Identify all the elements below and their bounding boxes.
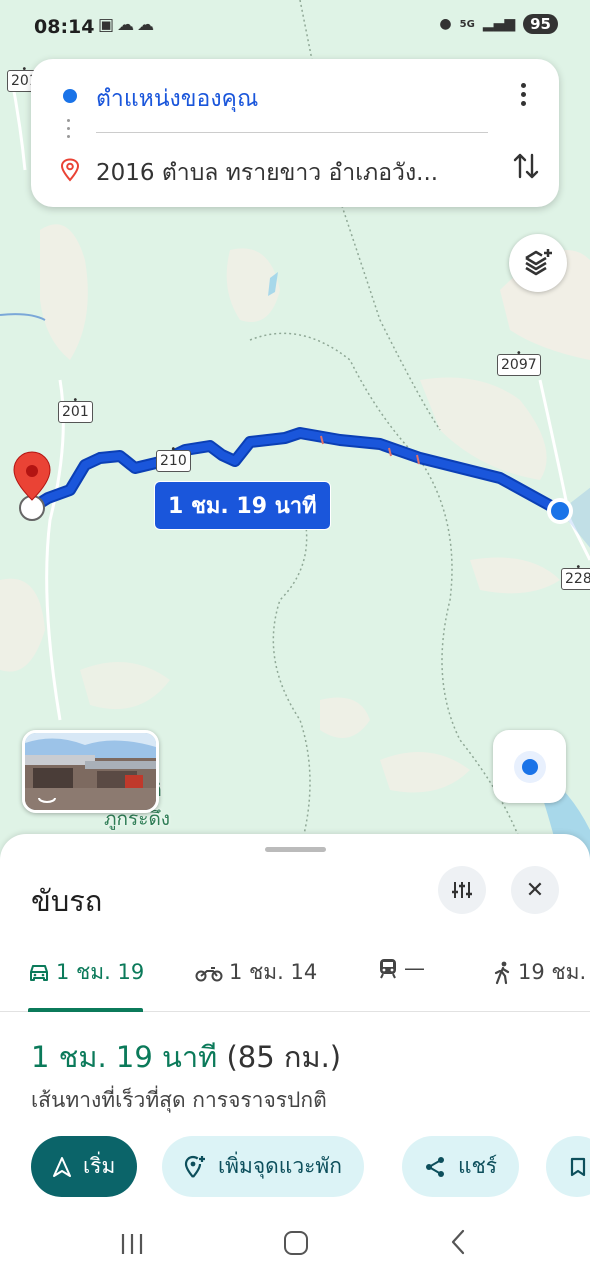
sheet-drag-handle[interactable] [265, 847, 326, 852]
tab-transit-label: — [404, 956, 425, 980]
signal-icon: ▂▄▆ [482, 16, 516, 32]
back-chevron-icon [451, 1229, 465, 1255]
swap-icon [513, 153, 539, 179]
tab-transit[interactable]: — [378, 956, 425, 980]
destination-field[interactable]: 2016 ตำบล ทรายขาว อำเภอวัง... [96, 155, 438, 191]
active-tab-indicator [28, 1008, 143, 1012]
share-button[interactable]: แชร์ [402, 1136, 520, 1197]
close-icon: ✕ [525, 877, 545, 903]
car-icon [30, 964, 48, 981]
route-summary: 1 ชม. 19 นาที (85 กม.) [31, 1034, 341, 1080]
my-location-button[interactable] [493, 730, 566, 803]
walk-icon [494, 961, 510, 984]
navigation-arrow-icon [53, 1156, 71, 1177]
screenshot-icon: ▣ [98, 15, 118, 35]
system-nav-bar [0, 1210, 590, 1280]
origin-field[interactable]: ตำแหน่งของคุณ [96, 81, 258, 117]
tab-motorcycle-label: 1 ชม. 14 [229, 960, 318, 984]
more-options-button[interactable] [513, 83, 533, 111]
back-button[interactable] [450, 1229, 466, 1262]
share-label: แชร์ [458, 1154, 498, 1178]
start-button-label: เริ่ม [83, 1154, 116, 1178]
connector-dots-icon [67, 119, 71, 145]
status-right-icons: ● 5G ▂▄▆ 95 [439, 14, 558, 34]
status-bar: 08:14 ▣☁☁ ● 5G ▂▄▆ 95 [0, 0, 590, 56]
location-pin-icon: ● [439, 16, 452, 32]
divider [96, 132, 488, 133]
destination-pin-icon [60, 158, 80, 186]
status-notification-icons: ▣☁☁ [98, 15, 157, 35]
cloud-icon: ☁ [117, 15, 138, 35]
layers-button[interactable] [509, 234, 567, 292]
road-shield: 2097 [497, 354, 541, 376]
recent-apps-button[interactable] [120, 1233, 144, 1259]
home-button[interactable] [284, 1231, 308, 1255]
weather-icon: ☁ [137, 15, 158, 35]
street-photo [25, 733, 156, 810]
add-stop-button[interactable]: เพิ่มจุดแวะพัก [162, 1136, 364, 1197]
tab-motorcycle[interactable]: 1 ชม. 14 [195, 956, 317, 989]
recent-apps-icon [121, 1234, 143, 1254]
save-button[interactable] [546, 1136, 590, 1197]
origin-dot-icon [63, 89, 77, 103]
road-shield: 228 [561, 568, 590, 590]
tab-driving[interactable]: 1 ชม. 19 [28, 956, 144, 989]
tab-driving-label: 1 ชม. 19 [56, 960, 145, 984]
street-view-thumbnail[interactable] [22, 730, 159, 813]
route-description: เส้นทางที่เร็วที่สุด การจราจรปกติ [31, 1088, 327, 1112]
location-dot-icon [513, 750, 546, 783]
route-options-button[interactable] [438, 866, 486, 914]
layers-add-icon [525, 249, 552, 276]
road-shield: 201 [58, 401, 93, 423]
bookmark-icon [570, 1157, 586, 1176]
travel-mode-tabs: 1 ชม. 19 1 ชม. 14 — 19 ชม. [0, 946, 590, 1012]
add-stop-label: เพิ่มจุดแวะพัก [218, 1154, 342, 1178]
network-type: 5G [459, 18, 475, 30]
add-location-icon [184, 1155, 205, 1178]
train-icon [380, 959, 396, 979]
battery-level: 95 [523, 14, 558, 34]
route-time-label[interactable]: 1 ชม. 19 นาที [154, 481, 331, 530]
swap-directions-button[interactable] [513, 151, 539, 188]
start-button[interactable]: เริ่ม [31, 1136, 138, 1197]
tab-walking-label: 19 ชม. [518, 960, 587, 984]
travel-mode-title: ขับรถ [31, 884, 103, 918]
tune-icon [452, 882, 472, 898]
motorcycle-icon [195, 966, 223, 981]
close-button[interactable]: ✕ [511, 866, 559, 914]
status-time: 08:14 [34, 16, 95, 38]
share-icon [426, 1156, 444, 1177]
route-distance: (85 กม.) [226, 1040, 342, 1074]
road-shield: 210 [156, 450, 191, 472]
route-duration: 1 ชม. 19 นาที [31, 1040, 218, 1074]
directions-card: ตำแหน่งของคุณ 2016 ตำบล ทรายขาว อำเภอวัง… [31, 59, 559, 207]
tab-walking[interactable]: 19 ชม. [494, 956, 586, 989]
